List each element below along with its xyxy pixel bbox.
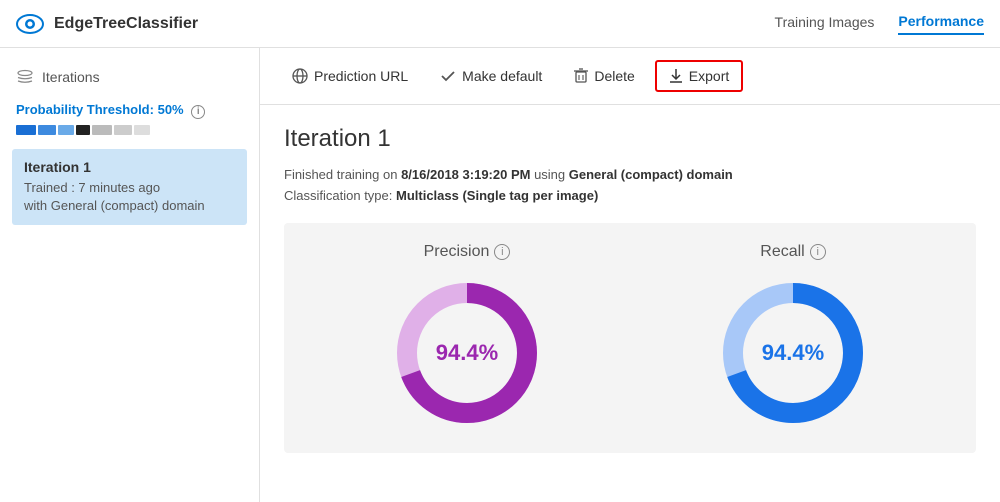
recall-value: 94.4% (762, 340, 824, 366)
bar-4 (76, 125, 90, 135)
threshold-bar (16, 125, 243, 135)
probability-label: Probability Threshold: 50% i (16, 102, 243, 119)
recall-donut: 94.4% (713, 273, 873, 433)
nav-training-images[interactable]: Training Images (775, 14, 875, 34)
make-default-button[interactable]: Make default (428, 62, 554, 90)
iteration-card-title: Iteration 1 (24, 159, 235, 175)
probability-row: Probability Threshold: 50% i (0, 94, 259, 139)
probability-info-icon[interactable]: i (191, 105, 205, 119)
prediction-url-button[interactable]: Prediction URL (280, 62, 420, 90)
precision-donut: 94.4% (387, 273, 547, 433)
export-button[interactable]: Export (655, 60, 743, 92)
precision-chart: Precision i 94.4% (387, 243, 547, 433)
training-info: Finished training on 8/16/2018 3:19:20 P… (284, 165, 976, 207)
bar-7 (134, 125, 150, 135)
bar-3 (58, 125, 74, 135)
bar-1 (16, 125, 36, 135)
precision-title: Precision i (424, 243, 511, 261)
globe-icon (292, 68, 308, 84)
bar-5 (92, 125, 112, 135)
content-area: Prediction URL Make default Delete (260, 48, 1000, 502)
iteration-card-1[interactable]: Iteration 1 Trained : 7 minutes ago with… (12, 149, 247, 225)
export-label: Export (689, 68, 729, 84)
iteration-card-sub1: Trained : 7 minutes ago (24, 179, 235, 197)
bar-2 (38, 125, 56, 135)
precision-value: 94.4% (436, 340, 498, 366)
charts-section: Precision i 94.4% (284, 223, 976, 453)
export-icon (669, 68, 683, 84)
toolbar: Prediction URL Make default Delete (260, 48, 1000, 105)
recall-chart: Recall i 94.4% (713, 243, 873, 433)
nav-links: Training Images Performance (775, 13, 984, 35)
iterations-label: Iterations (42, 69, 100, 85)
layers-icon (16, 68, 34, 86)
sidebar: Iterations Probability Threshold: 50% i … (0, 48, 260, 502)
prediction-url-label: Prediction URL (314, 68, 408, 84)
precision-info-icon[interactable]: i (494, 244, 510, 260)
make-default-label: Make default (462, 68, 542, 84)
delete-button[interactable]: Delete (562, 62, 646, 90)
delete-label: Delete (594, 68, 634, 84)
iteration-card-sub2: with General (compact) domain (24, 197, 235, 215)
probability-value: 50% (158, 102, 184, 117)
nav-performance[interactable]: Performance (898, 13, 984, 35)
delete-icon (574, 68, 588, 84)
top-nav: EdgeTreeClassifier Training Images Perfo… (0, 0, 1000, 48)
iteration-heading: Iteration 1 (284, 125, 976, 153)
iterations-section[interactable]: Iterations (0, 60, 259, 94)
main-layout: Iterations Probability Threshold: 50% i … (0, 48, 1000, 502)
recall-title: Recall i (760, 243, 825, 261)
bar-6 (114, 125, 132, 135)
training-info-line2: Classification type: Multiclass (Single … (284, 186, 976, 207)
training-info-line1: Finished training on 8/16/2018 3:19:20 P… (284, 165, 976, 186)
app-icon (16, 10, 44, 38)
check-icon (440, 68, 456, 84)
iteration-detail: Iteration 1 Finished training on 8/16/20… (260, 105, 1000, 473)
app-title: EdgeTreeClassifier (54, 15, 775, 33)
recall-info-icon[interactable]: i (810, 244, 826, 260)
